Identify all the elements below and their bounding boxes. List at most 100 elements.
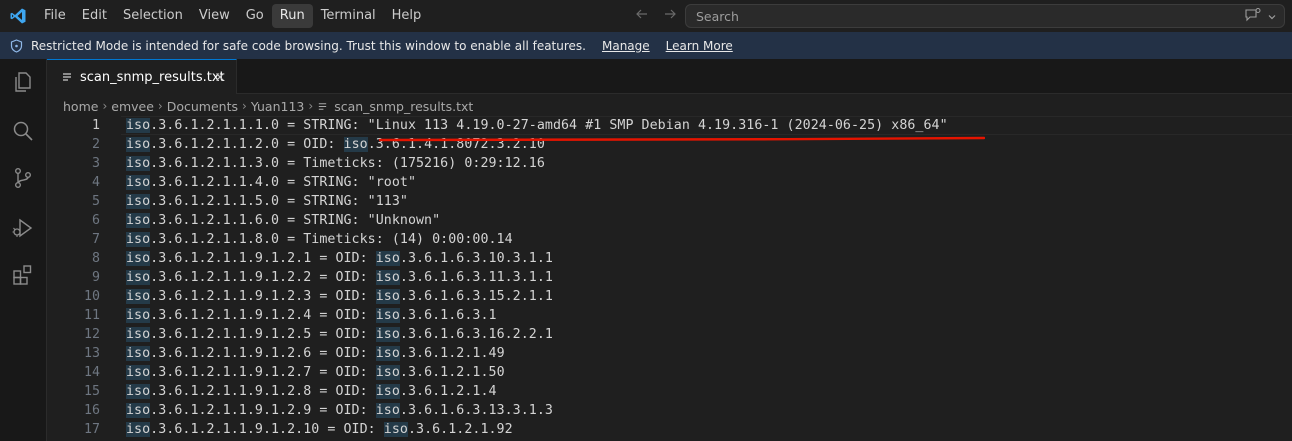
line-content: iso.3.6.1.2.1.1.9.1.2.7 = OID: iso.3.6.1… xyxy=(126,365,505,380)
code-line[interactable]: 17 iso.3.6.1.2.1.1.9.1.2.10 = OID: iso.3.… xyxy=(47,420,1292,439)
line-text-segment: .3.6.1.6.3.15.2.1.1 xyxy=(399,289,553,304)
line-text-segment: .3.6.1.2.1.1.2.0 = OID: xyxy=(150,137,344,152)
line-content: iso.3.6.1.2.1.1.1.0 = STRING: "Linux 113… xyxy=(126,118,948,133)
line-content: iso.3.6.1.2.1.1.9.1.2.2 = OID: iso.3.6.1… xyxy=(126,270,553,285)
forward-arrow-icon[interactable] xyxy=(662,6,678,26)
code-line[interactable]: 15 iso.3.6.1.2.1.1.9.1.2.8 = OID: iso.3.6… xyxy=(47,382,1292,401)
code-line[interactable]: 7 iso.3.6.1.2.1.1.8.0 = Timeticks: (14) 0… xyxy=(47,230,1292,249)
close-icon[interactable] xyxy=(212,69,228,85)
line-number: 5 xyxy=(91,194,100,209)
line-number: 10 xyxy=(83,289,100,304)
line-text-segment: .3.6.1.2.1.1.8.0 = Timeticks: (14) 0:00:… xyxy=(150,232,513,247)
word-highlight: iso xyxy=(343,137,368,152)
word-highlight: iso xyxy=(126,213,151,228)
line-number: 11 xyxy=(83,308,100,323)
breadcrumb-yuan113[interactable]: Yuan113 xyxy=(251,99,305,114)
breadcrumb-documents[interactable]: Documents xyxy=(167,99,238,114)
title-bar: File Edit Selection View Go Run Terminal Help S… xyxy=(0,0,1292,32)
code-line[interactable]: 13 iso.3.6.1.2.1.1.9.1.2.6 = OID: iso.3.6… xyxy=(47,344,1292,363)
menu-selection[interactable]: Selection xyxy=(115,4,191,28)
menu-edit[interactable]: Edit xyxy=(74,4,115,28)
menu-file[interactable]: File xyxy=(36,4,74,28)
extensions-icon[interactable] xyxy=(9,261,37,289)
line-content: iso.3.6.1.2.1.1.9.1.2.8 = OID: iso.3.6.1… xyxy=(126,384,497,399)
line-text-segment: .3.6.1.2.1.1.4.0 = STRING: "root" xyxy=(150,175,416,190)
breadcrumb-home[interactable]: home xyxy=(63,99,98,114)
line-text-segment: .3.6.1.2.1.1.9.1.2.5 = OID: xyxy=(150,327,376,342)
code-line[interactable]: 16 iso.3.6.1.2.1.1.9.1.2.9 = OID: iso.3.6… xyxy=(47,401,1292,420)
word-highlight: iso xyxy=(126,251,151,266)
search-placeholder: Search xyxy=(696,8,739,24)
line-content: iso.3.6.1.2.1.1.4.0 = STRING: "root" xyxy=(126,175,416,190)
breadcrumb-emvee[interactable]: emvee xyxy=(111,99,154,114)
learn-more-link[interactable]: Learn More xyxy=(666,39,733,53)
menu-view[interactable]: View xyxy=(191,4,238,28)
menu-help[interactable]: Help xyxy=(384,4,430,28)
word-highlight: iso xyxy=(126,156,151,171)
line-number: 14 xyxy=(83,365,100,380)
line-content: iso.3.6.1.2.1.1.9.1.2.3 = OID: iso.3.6.1… xyxy=(126,289,553,304)
code-line[interactable]: 14 iso.3.6.1.2.1.1.9.1.2.7 = OID: iso.3.6… xyxy=(47,363,1292,382)
line-number: 7 xyxy=(91,232,100,247)
line-text-segment: .3.6.1.2.1.1.9.1.2.2 = OID: xyxy=(150,270,376,285)
vscode-logo-icon xyxy=(2,0,34,32)
chevron-down-icon[interactable] xyxy=(1266,8,1278,27)
activity-bar xyxy=(0,59,47,441)
line-text-segment: .3.6.1.2.1.1.3.0 = Timeticks: (175216) 0… xyxy=(150,156,545,171)
banner-message: Restricted Mode is intended for safe cod… xyxy=(31,38,586,53)
breadcrumb-file[interactable]: scan_snmp_results.txt xyxy=(334,99,473,114)
copilot-chat-icon[interactable] xyxy=(1244,7,1262,27)
code-line[interactable]: 10 iso.3.6.1.2.1.1.9.1.2.3 = OID: iso.3.6… xyxy=(47,287,1292,306)
line-number: 3 xyxy=(91,156,100,171)
line-number: 8 xyxy=(91,251,100,266)
code-line[interactable]: 5 iso.3.6.1.2.1.1.5.0 = STRING: "113" xyxy=(47,192,1292,211)
line-number: 6 xyxy=(91,213,100,228)
run-debug-icon[interactable] xyxy=(9,214,37,242)
code-line[interactable]: 1 iso.3.6.1.2.1.1.1.0 = STRING: "Linux 11… xyxy=(47,116,1292,135)
code-line[interactable]: 6 iso.3.6.1.2.1.1.6.0 = STRING: "Unknown" xyxy=(47,211,1292,230)
explorer-icon[interactable] xyxy=(9,68,37,96)
menu-bar: File Edit Selection View Go Run Terminal Help xyxy=(36,0,429,32)
restricted-mode-banner: Restricted Mode is intended for safe cod… xyxy=(0,32,1292,59)
word-highlight: iso xyxy=(126,194,151,209)
word-highlight: iso xyxy=(126,118,151,133)
line-content: iso.3.6.1.2.1.1.8.0 = Timeticks: (14) 0:… xyxy=(126,232,513,247)
line-text-segment: .3.6.1.2.1.1.9.1.2.4 = OID: xyxy=(150,308,376,323)
tab-scan-snmp-results[interactable]: scan_snmp_results.txt xyxy=(47,59,237,94)
code-line[interactable]: 4 iso.3.6.1.2.1.1.4.0 = STRING: "root" xyxy=(47,173,1292,192)
word-highlight: iso xyxy=(375,270,400,285)
line-number: 17 xyxy=(83,422,100,437)
code-line[interactable]: 12 iso.3.6.1.2.1.1.9.1.2.5 = OID: iso.3.6… xyxy=(47,325,1292,344)
code-line[interactable]: 11 iso.3.6.1.2.1.1.9.1.2.4 = OID: iso.3.6… xyxy=(47,306,1292,325)
menu-go[interactable]: Go xyxy=(238,4,272,28)
code-line[interactable]: 3 iso.3.6.1.2.1.1.3.0 = Timeticks: (17521… xyxy=(47,154,1292,173)
editor-text-area[interactable]: 1 iso.3.6.1.2.1.1.1.0 = STRING: "Linux 11… xyxy=(47,116,1292,441)
annotation-underline xyxy=(379,136,985,142)
word-highlight: iso xyxy=(126,270,151,285)
command-center-search[interactable]: Search xyxy=(685,4,1285,28)
word-highlight: iso xyxy=(126,365,151,380)
line-text-segment: .3.6.1.2.1.1.9.1.2.9 = OID: xyxy=(150,403,376,418)
source-control-icon[interactable] xyxy=(9,164,37,192)
word-highlight: iso xyxy=(126,346,151,361)
manage-link[interactable]: Manage xyxy=(602,39,650,53)
line-number: 13 xyxy=(83,346,100,361)
word-highlight: iso xyxy=(126,384,151,399)
menu-terminal[interactable]: Terminal xyxy=(313,4,384,28)
line-content: iso.3.6.1.2.1.1.5.0 = STRING: "113" xyxy=(126,194,408,209)
word-highlight: iso xyxy=(126,403,151,418)
search-icon[interactable] xyxy=(9,117,37,145)
word-highlight: iso xyxy=(126,289,151,304)
line-content: iso.3.6.1.2.1.1.9.1.2.4 = OID: iso.3.6.1… xyxy=(126,308,497,323)
line-number: 1 xyxy=(91,118,100,133)
word-highlight: iso xyxy=(375,384,400,399)
menu-run[interactable]: Run xyxy=(271,4,313,28)
code-line[interactable]: 9 iso.3.6.1.2.1.1.9.1.2.2 = OID: iso.3.6.… xyxy=(47,268,1292,287)
word-highlight: iso xyxy=(375,365,400,380)
line-text-segment: .3.6.1.2.1.1.9.1.2.3 = OID: xyxy=(150,289,376,304)
code-line[interactable]: 8 iso.3.6.1.2.1.1.9.1.2.1 = OID: iso.3.6.… xyxy=(47,249,1292,268)
line-number: 2 xyxy=(91,137,100,152)
back-arrow-icon[interactable] xyxy=(634,6,650,26)
word-highlight: iso xyxy=(126,422,151,437)
line-content: iso.3.6.1.2.1.1.9.1.2.5 = OID: iso.3.6.1… xyxy=(126,327,553,342)
